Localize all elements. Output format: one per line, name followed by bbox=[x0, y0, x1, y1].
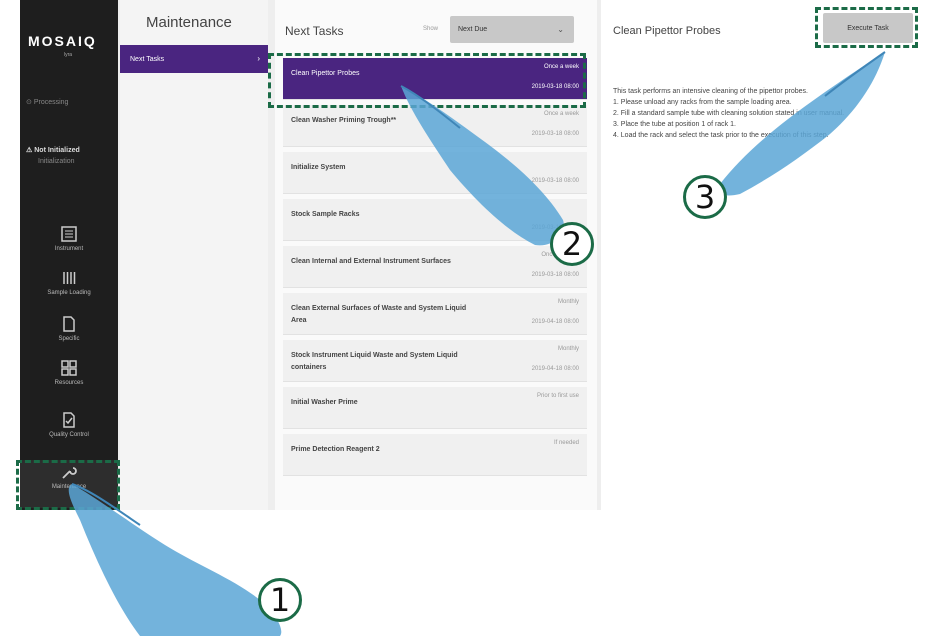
task-frequency: Monthly bbox=[557, 346, 579, 352]
logo-subtitle: lyra bbox=[64, 52, 73, 58]
task-due-date: 2019-04-18 08:00 bbox=[531, 366, 579, 372]
task-row[interactable]: Clean External Surfaces of Waste and Sys… bbox=[283, 293, 587, 335]
task-row[interactable]: Clean Internal and External Instrument S… bbox=[283, 246, 587, 288]
next-tasks-title: Next Tasks bbox=[285, 24, 344, 38]
task-frequency: Prior to first use bbox=[536, 393, 579, 399]
sample-loading-icon bbox=[61, 270, 77, 286]
task-row[interactable]: Initial Washer Prime Prior to first use bbox=[283, 387, 587, 429]
nav-item-resources[interactable]: Resources bbox=[20, 356, 118, 412]
task-name: Stock Instrument Liquid Waste and System… bbox=[291, 352, 458, 371]
task-frequency: If needed bbox=[553, 440, 579, 446]
maintenance-title: Maintenance bbox=[146, 14, 232, 31]
detail-title: Clean Pipettor Probes bbox=[613, 25, 721, 37]
task-name: Clean External Surfaces of Waste and Sys… bbox=[291, 305, 467, 324]
sort-select[interactable]: Next Due ⌄ bbox=[450, 16, 574, 43]
glove-hand-1-icon bbox=[68, 483, 282, 636]
callout-number-3: 3 bbox=[683, 175, 727, 219]
callout-number-1: 1 bbox=[258, 578, 302, 622]
chevron-right-icon: › bbox=[257, 54, 260, 63]
chevron-down-icon: ⌄ bbox=[557, 25, 564, 34]
glove-hand-3-icon bbox=[718, 51, 886, 196]
task-name: Prime Detection Reagent 2 bbox=[291, 446, 380, 453]
alert-icon: ⚠ bbox=[26, 147, 35, 154]
nav-item-quality-control[interactable]: Quality Control bbox=[20, 408, 118, 464]
callout-highlight-3 bbox=[815, 7, 918, 48]
instrument-icon bbox=[61, 226, 77, 242]
task-frequency: Monthly bbox=[557, 299, 579, 305]
task-name: Clean Internal and External Instrument S… bbox=[291, 258, 451, 265]
processing-status: ⊙ Processing bbox=[26, 99, 69, 106]
maintenance-panel: Maintenance Next Tasks › bbox=[120, 0, 268, 510]
left-nav: MOSAIQ lyra ⊙ Processing ⚠ Not Initializ… bbox=[20, 0, 118, 510]
status-icon: ⊙ bbox=[26, 99, 34, 106]
app-logo: MOSAIQ bbox=[28, 33, 97, 49]
task-row[interactable]: Stock Instrument Liquid Waste and System… bbox=[283, 340, 587, 382]
maintenance-item-next-tasks[interactable]: Next Tasks › bbox=[120, 45, 268, 73]
grid-icon bbox=[61, 360, 77, 376]
callout-number-2: 2 bbox=[550, 222, 594, 266]
task-due-date: 2019-03-18 08:00 bbox=[531, 272, 579, 278]
task-row[interactable]: Prime Detection Reagent 2 If needed bbox=[283, 434, 587, 476]
task-name: Initial Washer Prime bbox=[291, 399, 358, 406]
task-due-date: 2019-04-18 08:00 bbox=[531, 319, 579, 325]
document-icon bbox=[61, 316, 77, 332]
show-label: Show bbox=[423, 26, 439, 32]
quality-control-icon bbox=[61, 412, 77, 428]
glove-hand-2-icon bbox=[400, 85, 564, 246]
init-status-sub: Initialization bbox=[38, 158, 75, 165]
init-status[interactable]: ⚠ Not Initialized bbox=[26, 146, 80, 154]
